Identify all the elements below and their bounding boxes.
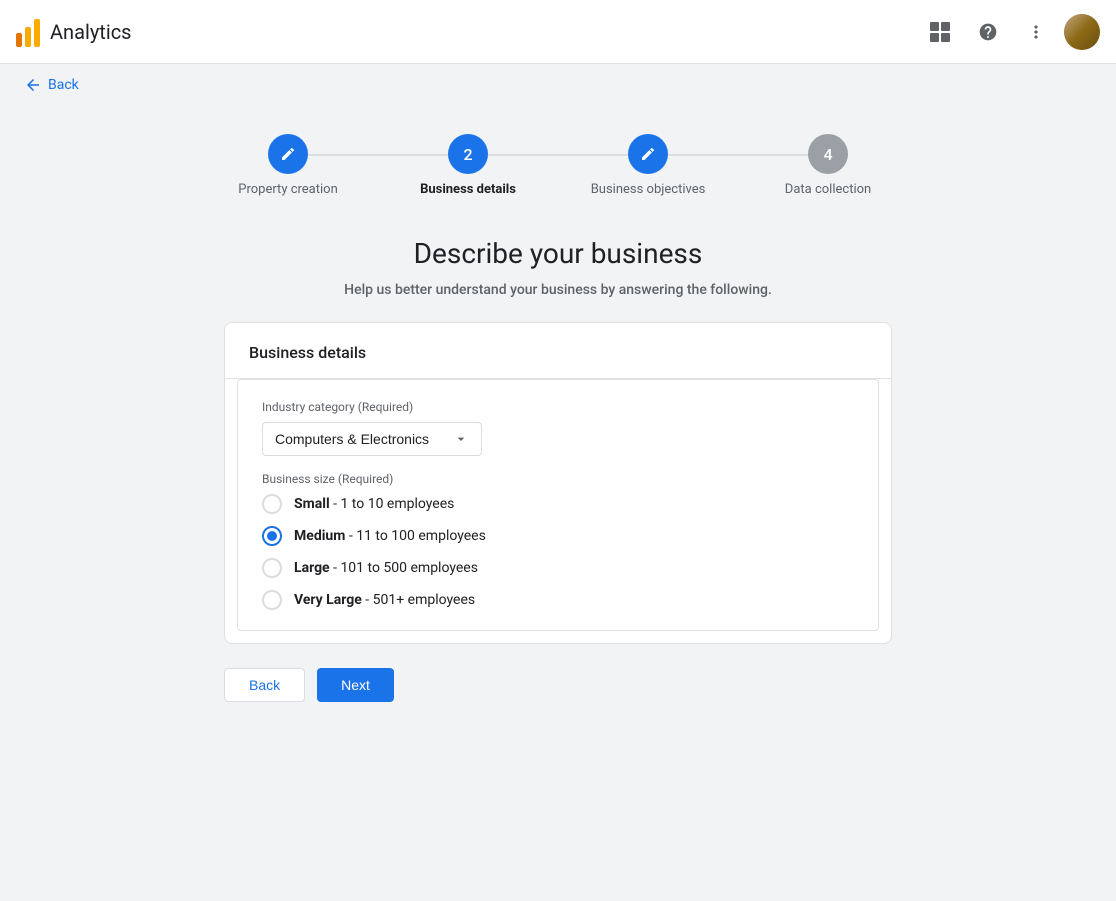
radio-circle-very-large (262, 590, 282, 610)
logo-bar-2 (25, 27, 31, 47)
step-data-collection: 4 Data collection (738, 134, 918, 197)
back-link-label: Back (48, 77, 79, 93)
radio-circle-medium (262, 526, 282, 546)
industry-select-wrapper: Computers & Electronics (262, 422, 482, 456)
radio-rest-large: - 101 to 500 employees (330, 560, 478, 576)
sub-header: Back (0, 64, 1116, 110)
business-size-radio-group: Small - 1 to 10 employees Medium - 11 to… (262, 494, 854, 610)
more-button[interactable] (1016, 12, 1056, 52)
grid-icon (930, 22, 950, 42)
radio-circle-small (262, 494, 282, 514)
page-subtitle: Help us better understand your business … (224, 282, 892, 298)
radio-option-large[interactable]: Large - 101 to 500 employees (262, 558, 854, 578)
business-size-label: Business size (Required) (262, 472, 854, 486)
stepper: Property creation 2 Business details Bus… (0, 110, 1116, 213)
help-icon (978, 22, 998, 42)
industry-select[interactable]: Computers & Electronics (262, 422, 482, 456)
radio-label-medium: Medium - 11 to 100 employees (294, 528, 486, 544)
radio-bold-small: Small (294, 496, 330, 512)
avatar[interactable] (1064, 14, 1100, 50)
business-details-card: Business details Industry category (Requ… (224, 322, 892, 644)
radio-circle-large (262, 558, 282, 578)
radio-bold-very-large: Very Large (294, 592, 362, 608)
radio-rest-small: - 1 to 10 employees (330, 496, 455, 512)
step-business-objectives: Business objectives (558, 134, 738, 197)
radio-option-very-large[interactable]: Very Large - 501+ employees (262, 590, 854, 610)
help-button[interactable] (968, 12, 1008, 52)
dropdown-arrow-icon (453, 431, 469, 447)
header-actions (920, 12, 1100, 52)
header: Analytics (0, 0, 1116, 64)
back-button[interactable]: Back (224, 668, 305, 702)
radio-bold-large: Large (294, 560, 330, 576)
step-number-2: 2 (463, 145, 472, 164)
radio-rest-medium: - 11 to 100 employees (345, 528, 485, 544)
radio-option-small[interactable]: Small - 1 to 10 employees (262, 494, 854, 514)
radio-label-large: Large - 101 to 500 employees (294, 560, 478, 576)
step-number-4: 4 (823, 145, 832, 164)
next-button[interactable]: Next (317, 668, 394, 702)
step-label-4: Data collection (785, 182, 871, 197)
industry-label: Industry category (Required) (262, 400, 854, 414)
radio-dot-medium (267, 531, 277, 541)
card-header: Business details (225, 323, 891, 379)
grid-button[interactable] (920, 12, 960, 52)
industry-select-value: Computers & Electronics (275, 431, 429, 447)
bottom-actions: Back Next (224, 668, 892, 702)
step-business-details: 2 Business details (378, 134, 558, 197)
card-body: Industry category (Required) Computers &… (237, 379, 879, 631)
page-title: Describe your business (224, 237, 892, 270)
main-content: Describe your business Help us better un… (208, 213, 908, 726)
logo: Analytics (16, 17, 132, 47)
step-label-3: Business objectives (591, 182, 706, 197)
back-arrow-icon (24, 76, 42, 94)
radio-option-medium[interactable]: Medium - 11 to 100 employees (262, 526, 854, 546)
logo-bar-1 (16, 33, 22, 47)
avatar-image (1064, 14, 1100, 50)
pencil-icon-3 (640, 146, 656, 162)
radio-label-small: Small - 1 to 10 employees (294, 496, 454, 512)
step-circle-1 (268, 134, 308, 174)
more-icon (1026, 22, 1046, 42)
step-label-1: Property creation (238, 182, 338, 197)
pencil-icon-1 (280, 146, 296, 162)
analytics-logo-icon (16, 17, 40, 47)
step-circle-2: 2 (448, 134, 488, 174)
step-property-creation: Property creation (198, 134, 378, 197)
step-circle-3 (628, 134, 668, 174)
radio-bold-medium: Medium (294, 528, 345, 544)
radio-label-very-large: Very Large - 501+ employees (294, 592, 475, 608)
back-link[interactable]: Back (24, 76, 79, 94)
app-title: Analytics (50, 20, 132, 44)
step-circle-4: 4 (808, 134, 848, 174)
logo-bar-3 (34, 19, 40, 47)
step-label-2: Business details (420, 182, 516, 197)
radio-rest-very-large: - 501+ employees (362, 592, 475, 608)
